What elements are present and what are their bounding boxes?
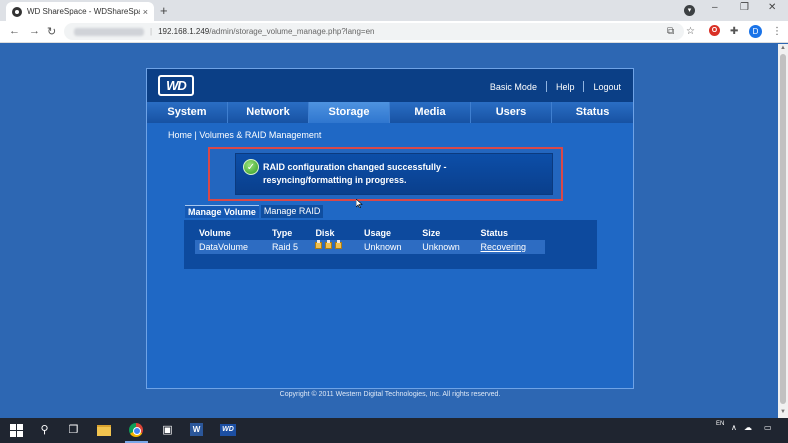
link-divider: [583, 81, 585, 92]
subtab-manage-raid[interactable]: Manage RAID: [260, 205, 324, 218]
forward-button[interactable]: →: [29, 25, 40, 37]
cell-type: Raid 5: [267, 240, 312, 254]
scrollbar-thumb[interactable]: [780, 54, 786, 404]
success-notice: ✓ RAID configuration changed successfull…: [208, 147, 563, 201]
basic-mode-link[interactable]: Basic Mode: [490, 82, 537, 92]
word-icon: W: [190, 423, 203, 436]
address-bar[interactable]: | 192.168.1.249/admin/storage_volume_man…: [64, 23, 684, 40]
folder-icon: [97, 425, 111, 436]
extensions-icon[interactable]: ✚: [730, 26, 738, 37]
col-usage: Usage: [364, 228, 392, 238]
mouse-cursor-icon: [356, 199, 363, 208]
breadcrumb[interactable]: Home | Volumes & RAID Management: [168, 130, 321, 140]
windows-taskbar: ⚲ ❐ ▣ W WD EN ∧ ☁ ▭: [0, 418, 788, 443]
scroll-down-icon[interactable]: ▼: [780, 409, 786, 415]
notice-line-2: resyncing/formatting in progress.: [263, 175, 407, 185]
tab-media[interactable]: Media: [390, 102, 471, 123]
volume-panel: Volume Type Disk Usage Size Status DataV…: [184, 220, 597, 269]
notifications-icon[interactable]: ▭: [764, 423, 772, 432]
reload-button[interactable]: ↻: [47, 25, 56, 38]
chrome-taskbar-button[interactable]: [125, 423, 148, 443]
col-size: Size: [422, 228, 441, 238]
chrome-icon: [129, 423, 143, 437]
tray-expand-icon[interactable]: ∧: [731, 423, 737, 432]
disk-icon: [335, 240, 343, 249]
wd-app-taskbar-button[interactable]: WD: [220, 423, 236, 438]
col-status: Status: [480, 228, 509, 238]
page-scrollbar[interactable]: ▲ ▼: [778, 44, 788, 418]
disk-icon: [315, 240, 323, 249]
minimize-button[interactable]: –: [712, 2, 718, 13]
windows-logo-icon: [10, 424, 23, 437]
table-header-row: Volume Type Disk Usage Size Status: [195, 226, 545, 240]
check-circle-icon: ✓: [243, 159, 259, 175]
scroll-up-icon[interactable]: ▲: [780, 45, 786, 51]
cell-disk: [311, 240, 361, 254]
tab-users[interactable]: Users: [471, 102, 552, 123]
blurred-security-chip: [74, 27, 144, 36]
cell-volume: DataVolume: [195, 240, 268, 254]
col-type: Type: [271, 228, 293, 238]
tab-close-icon[interactable]: ×: [143, 7, 148, 17]
success-notice-panel: ✓ RAID configuration changed successfull…: [235, 153, 553, 195]
status-recovering-link[interactable]: Recovering: [481, 242, 527, 252]
disk-icon: [325, 240, 333, 249]
col-disk: Disk: [315, 228, 335, 238]
cell-status: Recovering: [476, 240, 545, 254]
cell-usage: Unknown: [360, 240, 419, 254]
back-button[interactable]: ←: [9, 25, 20, 37]
url-separator: |: [150, 27, 153, 36]
restore-button[interactable]: ❐: [740, 2, 749, 13]
volume-subtabs: Manage Volume Manage RAID: [185, 205, 324, 218]
remote-desktop-icon[interactable]: ▣: [160, 423, 175, 438]
tab-system[interactable]: System: [147, 102, 228, 123]
menu-kebab-icon[interactable]: ⋮: [772, 26, 782, 37]
browser-toolbar: ← → ↻ | 192.168.1.249/admin/storage_volu…: [0, 21, 788, 43]
file-explorer-button[interactable]: [97, 423, 112, 438]
tab-storage[interactable]: Storage: [309, 102, 390, 123]
notice-message: RAID configuration changed successfully …: [263, 161, 447, 187]
translate-icon[interactable]: ⧉: [667, 26, 674, 37]
url-path: /admin/storage_volume_manage.php?lang=en: [209, 27, 375, 36]
browser-tab-title: WD ShareSpace - WDShareSpac: [27, 7, 140, 16]
logout-link[interactable]: Logout: [593, 82, 621, 92]
adblock-extension-icon[interactable]: O: [709, 25, 720, 36]
bookmark-star-icon[interactable]: ☆: [686, 26, 695, 37]
sharespace-admin-frame: WD Basic Mode Help Logout System Network…: [146, 68, 634, 398]
browser-tab[interactable]: WD ShareSpace - WDShareSpac ×: [6, 2, 154, 21]
volume-table: Volume Type Disk Usage Size Status DataV…: [195, 226, 545, 254]
link-divider: [545, 81, 547, 92]
word-taskbar-button[interactable]: W: [190, 423, 205, 438]
help-link[interactable]: Help: [556, 82, 575, 92]
new-tab-button[interactable]: +: [160, 3, 168, 18]
subtab-manage-volume[interactable]: Manage Volume: [185, 205, 259, 218]
input-language[interactable]: EN: [716, 421, 724, 427]
wd-logo[interactable]: WD: [158, 75, 194, 96]
notice-line-1: RAID configuration changed successfully …: [263, 162, 447, 172]
header-links: Basic Mode Help Logout: [490, 81, 621, 92]
main-nav: System Network Storage Media Users Statu…: [147, 102, 633, 123]
browser-tab-strip: WD ShareSpace - WDShareSpac × + ▾ – ❐ ✕: [0, 0, 788, 21]
copyright: Copyright © 2011 Western Digital Technol…: [279, 391, 501, 398]
col-volume: Volume: [199, 228, 231, 238]
sharespace-header: WD Basic Mode Help Logout: [147, 69, 633, 102]
start-button[interactable]: [9, 423, 24, 438]
wd-app-icon: WD: [220, 424, 236, 436]
task-view-icon[interactable]: ❐: [66, 423, 81, 438]
tab-network[interactable]: Network: [228, 102, 309, 123]
window-close-button[interactable]: ✕: [768, 2, 776, 13]
table-row[interactable]: DataVolume Raid 5 Unknown Unknown Recove…: [195, 240, 545, 254]
cell-size: Unknown: [418, 240, 477, 254]
cloud-sync-icon[interactable]: ☁: [744, 423, 752, 432]
tab-search-icon[interactable]: ▾: [684, 5, 695, 16]
tab-status[interactable]: Status: [552, 102, 633, 123]
search-icon[interactable]: ⚲: [37, 423, 52, 438]
globe-icon: [12, 6, 22, 17]
url-host: 192.168.1.249: [158, 27, 210, 36]
profile-avatar[interactable]: D: [749, 25, 762, 38]
